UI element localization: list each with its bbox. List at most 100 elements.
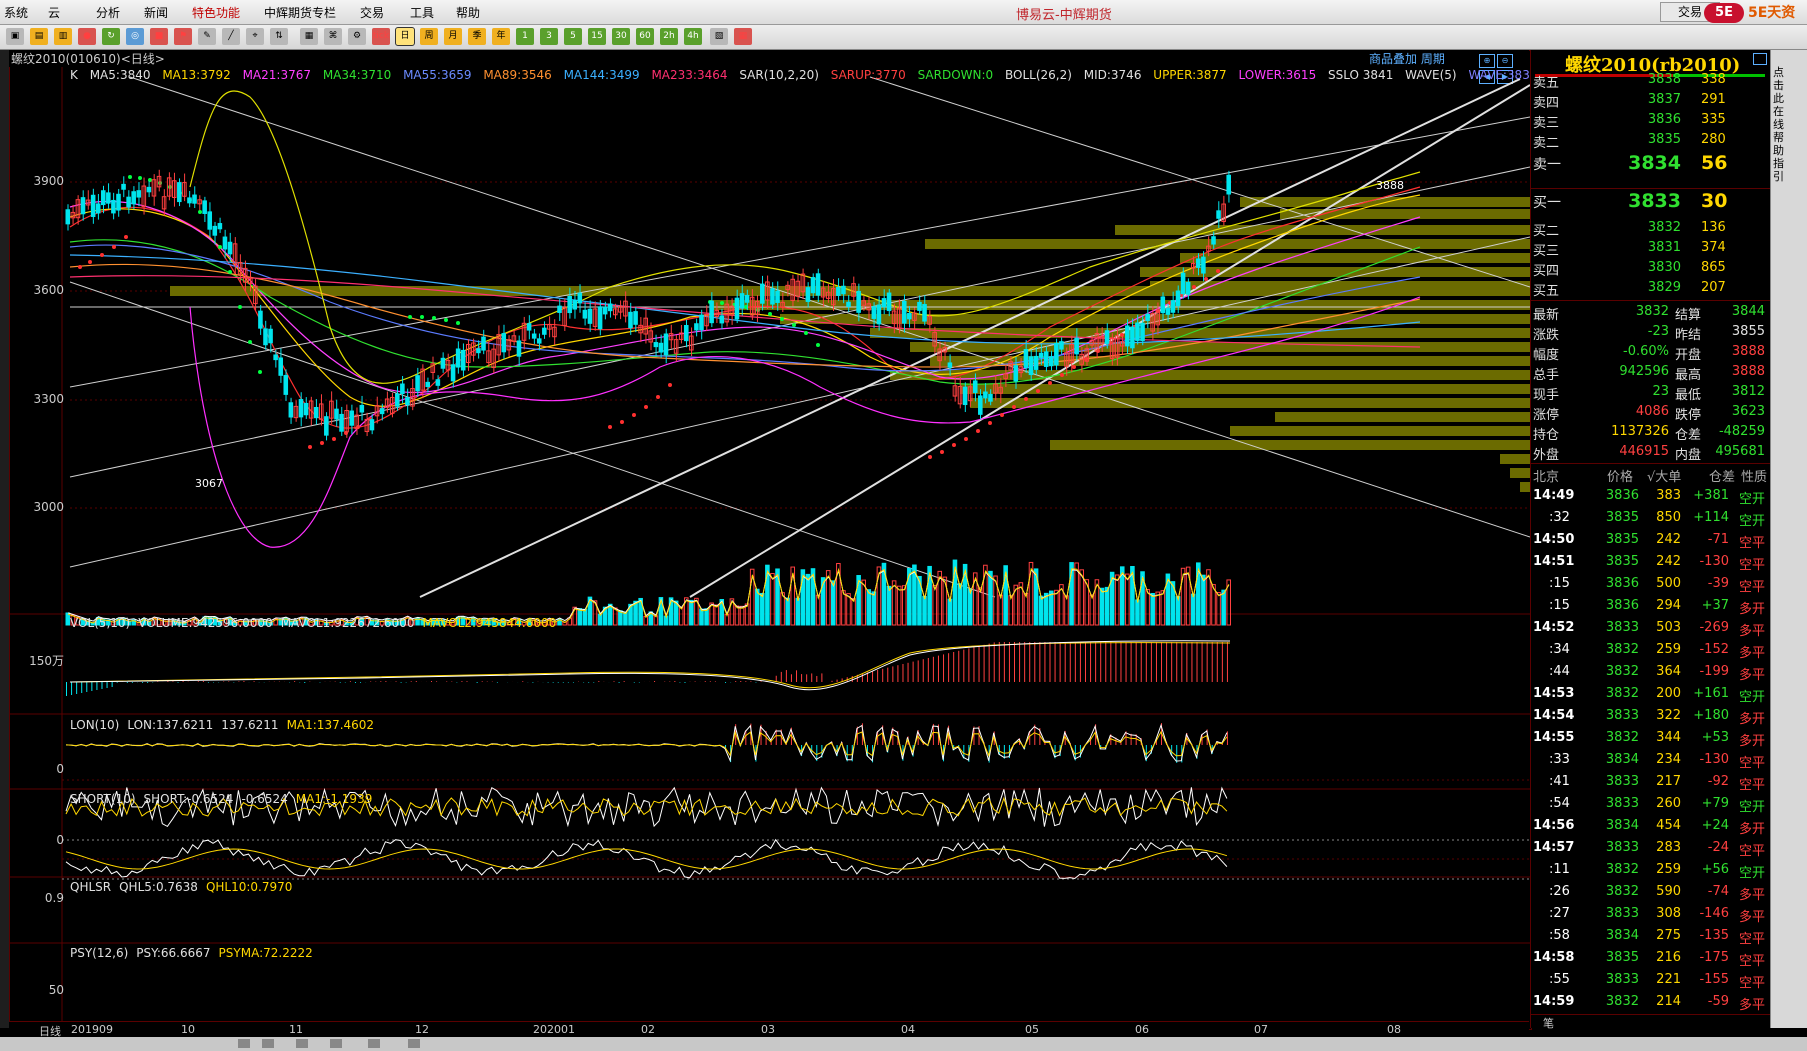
period-15min-button[interactable]: 15: [588, 28, 606, 45]
tick-row[interactable]: :11 3832 259 +56 空开: [1531, 860, 1771, 882]
tick-row[interactable]: 14:58 3835 216 -175 空平: [1531, 948, 1771, 970]
tick-row[interactable]: :55 3833 221 -155 空平: [1531, 970, 1771, 992]
pattern-icon[interactable]: ⚙: [348, 28, 366, 45]
period-4h-button[interactable]: 4h: [684, 28, 702, 45]
new-icon[interactable]: ▣: [6, 28, 24, 45]
period-week-button[interactable]: 周: [420, 28, 438, 45]
candle-body: [836, 286, 841, 296]
tick-row[interactable]: 14:57 3833 283 -24 空平: [1531, 838, 1771, 860]
tick-row[interactable]: :58 3834 275 -135 空平: [1531, 926, 1771, 948]
ask-row[interactable]: 卖三 3836 335: [1531, 110, 1771, 131]
overlay-links[interactable]: 商品叠加 周期: [1369, 50, 1445, 67]
line-tool-icon[interactable]: ╱: [222, 28, 240, 45]
pin-icon[interactable]: ⌖: [246, 28, 264, 45]
tab-button[interactable]: [330, 1039, 342, 1048]
period-30min-button[interactable]: 30: [612, 28, 630, 45]
pencil-icon[interactable]: ✎: [198, 28, 216, 45]
tick-oi-change: +24: [1701, 818, 1729, 833]
book-icon[interactable]: ▥: [54, 28, 72, 45]
tick-row[interactable]: 14:56 3834 454 +24 多开: [1531, 816, 1771, 838]
tick-row[interactable]: 14:55 3832 344 +53 多开: [1531, 728, 1771, 750]
tick-row[interactable]: :54 3833 260 +79 空开: [1531, 794, 1771, 816]
tick-row[interactable]: 14:49 3836 383 +381 空开: [1531, 486, 1771, 508]
menu-cloud[interactable]: 云: [48, 4, 60, 21]
ask-row[interactable]: 卖五 3838 338: [1531, 70, 1771, 91]
tick-row[interactable]: 14:52 3833 503 -269 多平: [1531, 618, 1771, 640]
stop-icon[interactable]: ■: [150, 28, 168, 45]
period-year-button[interactable]: 年: [492, 28, 510, 45]
zoom-in-icon[interactable]: ⊕: [1479, 54, 1495, 68]
tick-row[interactable]: 14:54 3833 322 +180 多开: [1531, 706, 1771, 728]
menu-column[interactable]: 中辉期货专栏: [264, 4, 336, 21]
tick-row[interactable]: 14:53 3832 200 +161 空开: [1531, 684, 1771, 706]
volume-bar: [582, 608, 588, 626]
stat-label: 最低: [1675, 388, 1702, 403]
bid-row[interactable]: 买一 3833 30: [1531, 190, 1771, 212]
tab-button[interactable]: [408, 1039, 420, 1048]
tab-button[interactable]: [262, 1039, 274, 1048]
tick-row[interactable]: 14:59 3832 214 -59 多平: [1531, 992, 1771, 1014]
candle-body: [628, 311, 633, 329]
lon-bar: [1191, 642, 1193, 682]
window-restore-icon[interactable]: [1753, 53, 1767, 65]
menu-analysis[interactable]: 分析: [96, 4, 120, 21]
tab-button[interactable]: [368, 1039, 380, 1048]
tick-row[interactable]: :15 3836 294 +37 多开: [1531, 596, 1771, 618]
calc-icon[interactable]: ▧: [710, 28, 728, 45]
world-icon[interactable]: ◎: [126, 28, 144, 45]
network-icon[interactable]: ⌘: [324, 28, 342, 45]
help-sidebar[interactable]: 点击此在线帮助指引: [1770, 50, 1807, 1028]
period-1min-button[interactable]: 1: [516, 28, 534, 45]
menu-news[interactable]: 新闻: [144, 4, 168, 21]
ask-row[interactable]: 卖四 3837 291: [1531, 90, 1771, 111]
grid-icon[interactable]: ▦: [300, 28, 318, 45]
calendar-icon[interactable]: ▦: [734, 28, 752, 45]
period-day-button[interactable]: 日: [395, 27, 415, 46]
menu-features[interactable]: 特色功能: [192, 4, 240, 21]
chart-type-icon[interactable]: ⇅: [270, 28, 288, 45]
menu-tools[interactable]: 工具: [410, 4, 434, 21]
alert-icon[interactable]: ●: [78, 28, 96, 45]
lon-bar: [567, 682, 569, 683]
tick-row[interactable]: :27 3833 308 -146 多平: [1531, 904, 1771, 926]
tick-row[interactable]: :32 3835 850 +114 空开: [1531, 508, 1771, 530]
flag-icon[interactable]: ⚑: [174, 28, 192, 45]
lon-bar: [81, 682, 83, 693]
period-5min-button[interactable]: 5: [564, 28, 582, 45]
period-2h-button[interactable]: 2h: [660, 28, 678, 45]
bid-row[interactable]: 买三 3831 374: [1531, 238, 1771, 259]
tick-row[interactable]: :26 3832 590 -74 多平: [1531, 882, 1771, 904]
tab-button[interactable]: [238, 1039, 250, 1048]
tick-row[interactable]: :41 3833 217 -92 空平: [1531, 772, 1771, 794]
bid-row[interactable]: 买四 3830 865: [1531, 258, 1771, 279]
menu-help[interactable]: 帮助: [456, 4, 480, 21]
candle-body: [212, 225, 218, 236]
volume-bar: [947, 598, 953, 626]
menu-system[interactable]: 系统: [4, 4, 28, 21]
short-val: -0.6524: [241, 792, 288, 806]
tick-row[interactable]: :44 3832 364 -199 多平: [1531, 662, 1771, 684]
period-3min-button[interactable]: 3: [540, 28, 558, 45]
lon-bar: [91, 682, 93, 691]
period-season-button[interactable]: 季: [468, 28, 486, 45]
period-month-button[interactable]: 月: [444, 28, 462, 45]
ask-row[interactable]: 卖二 3835 280: [1531, 130, 1771, 151]
tick-row[interactable]: 14:50 3835 242 -71 空平: [1531, 530, 1771, 552]
tick-row[interactable]: :15 3836 500 -39 空平: [1531, 574, 1771, 596]
period-60min-button[interactable]: 60: [636, 28, 654, 45]
menu-trade[interactable]: 交易: [360, 4, 384, 21]
tick-row[interactable]: 14:51 3835 242 -130 空平: [1531, 552, 1771, 574]
tab-button[interactable]: [296, 1039, 308, 1048]
chart-canvas[interactable]: [10, 67, 1530, 1021]
tick-row[interactable]: :34 3832 259 -152 多平: [1531, 640, 1771, 662]
tick-row[interactable]: :33 3834 234 -130 空平: [1531, 750, 1771, 772]
zoom-out-icon[interactable]: ⊖: [1497, 54, 1513, 68]
folder-icon[interactable]: ▤: [30, 28, 48, 45]
bid-row[interactable]: 买二 3832 136: [1531, 218, 1771, 239]
refresh-icon[interactable]: ↻: [102, 28, 120, 45]
ask-row[interactable]: 卖一 3834 56: [1531, 152, 1771, 174]
lon-bar: [927, 658, 929, 682]
tick-button[interactable]: tick: [372, 28, 390, 45]
bid-row[interactable]: 买五 3829 207: [1531, 278, 1771, 299]
tick-volume: 850: [1656, 510, 1681, 525]
